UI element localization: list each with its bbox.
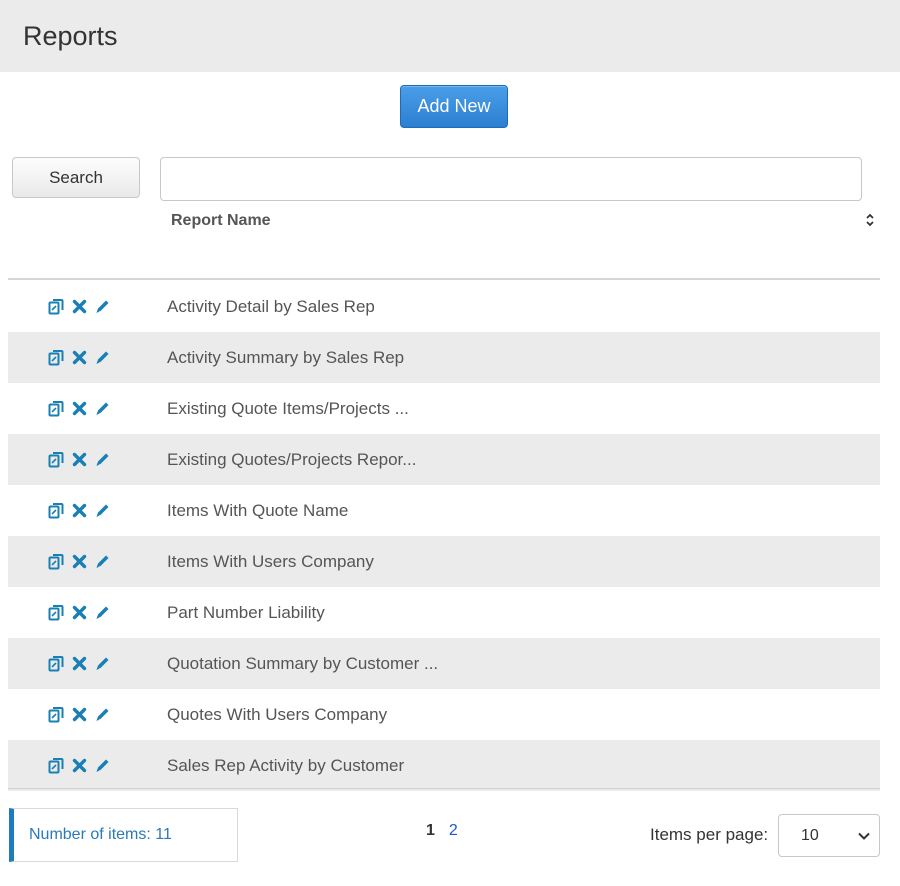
row-actions (8, 655, 167, 672)
search-button[interactable]: Search (12, 157, 140, 198)
pencil-icon[interactable] (94, 451, 111, 468)
delete-icon[interactable] (71, 502, 88, 519)
row-actions (8, 400, 167, 417)
pencil-icon[interactable] (94, 349, 111, 366)
header-divider (8, 278, 880, 280)
delete-icon[interactable] (71, 298, 88, 315)
row-actions (8, 298, 167, 315)
table-row: Existing Quotes/Projects Repor... (8, 434, 880, 485)
pencil-icon[interactable] (94, 604, 111, 621)
row-actions (8, 502, 167, 519)
pencil-icon[interactable] (94, 400, 111, 417)
pagination: 1 2 (426, 822, 458, 840)
page-title: Reports (23, 21, 118, 51)
items-per-page-select[interactable]: 10 (778, 814, 880, 857)
sort-icon[interactable] (864, 210, 876, 230)
search-input[interactable] (160, 157, 862, 201)
row-actions (8, 349, 167, 366)
copy-icon[interactable] (48, 604, 65, 621)
table-row: Items With Users Company (8, 536, 880, 587)
item-count: Number of items: 11 (9, 808, 238, 862)
page-1: 1 (426, 822, 435, 839)
row-actions (8, 451, 167, 468)
items-per-page-label: Items per page: (650, 825, 769, 844)
copy-icon[interactable] (48, 655, 65, 672)
row-actions (8, 604, 167, 621)
delete-icon[interactable] (71, 757, 88, 774)
delete-icon[interactable] (71, 706, 88, 723)
copy-icon[interactable] (48, 298, 65, 315)
table-row: Quotes With Users Company (8, 689, 880, 740)
delete-icon[interactable] (71, 451, 88, 468)
report-name-link[interactable]: Quotation Summary by Customer ... (167, 654, 438, 674)
report-name-link[interactable]: Sales Rep Activity by Customer (167, 756, 404, 776)
report-name-link[interactable]: Items With Quote Name (167, 501, 348, 521)
copy-icon[interactable] (48, 400, 65, 417)
pencil-icon[interactable] (94, 706, 111, 723)
table-row: Activity Summary by Sales Rep (8, 332, 880, 383)
delete-icon[interactable] (71, 655, 88, 672)
delete-icon[interactable] (71, 604, 88, 621)
table-row: Sales Rep Activity by Customer (8, 740, 880, 791)
row-actions (8, 706, 167, 723)
delete-icon[interactable] (71, 553, 88, 570)
pencil-icon[interactable] (94, 757, 111, 774)
table-row: Activity Detail by Sales Rep (8, 281, 880, 332)
item-count-label: Number of items: 11 (29, 826, 172, 843)
column-header-report-name[interactable]: Report Name (171, 212, 271, 230)
report-name-link[interactable]: Items With Users Company (167, 552, 374, 572)
delete-icon[interactable] (71, 349, 88, 366)
pencil-icon[interactable] (94, 655, 111, 672)
table-row: Quotation Summary by Customer ... (8, 638, 880, 689)
pencil-icon[interactable] (94, 298, 111, 315)
add-new-button[interactable]: Add New (400, 85, 508, 128)
report-name-link[interactable]: Activity Detail by Sales Rep (167, 297, 375, 317)
row-actions (8, 553, 167, 570)
page-header: Reports (0, 0, 900, 72)
copy-icon[interactable] (48, 349, 65, 366)
report-name-link[interactable]: Part Number Liability (167, 603, 325, 623)
pencil-icon[interactable] (94, 553, 111, 570)
chevron-down-icon (858, 832, 870, 840)
report-name-link[interactable]: Existing Quotes/Projects Repor... (167, 450, 416, 470)
delete-icon[interactable] (71, 400, 88, 417)
copy-icon[interactable] (48, 553, 65, 570)
page-2-link[interactable]: 2 (449, 822, 458, 840)
pencil-icon[interactable] (94, 502, 111, 519)
table-row: Items With Quote Name (8, 485, 880, 536)
report-name-link[interactable]: Activity Summary by Sales Rep (167, 348, 404, 368)
copy-icon[interactable] (48, 451, 65, 468)
table-row: Existing Quote Items/Projects ... (8, 383, 880, 434)
report-name-link[interactable]: Existing Quote Items/Projects ... (167, 399, 409, 419)
copy-icon[interactable] (48, 706, 65, 723)
table-row: Part Number Liability (8, 587, 880, 638)
copy-icon[interactable] (48, 757, 65, 774)
items-per-page-value: 10 (801, 826, 819, 844)
report-list: Activity Detail by Sales Rep Activity Sum… (8, 281, 880, 791)
report-name-link[interactable]: Quotes With Users Company (167, 705, 387, 725)
row-actions (8, 757, 167, 774)
copy-icon[interactable] (48, 502, 65, 519)
table-bottom-divider (8, 788, 880, 789)
